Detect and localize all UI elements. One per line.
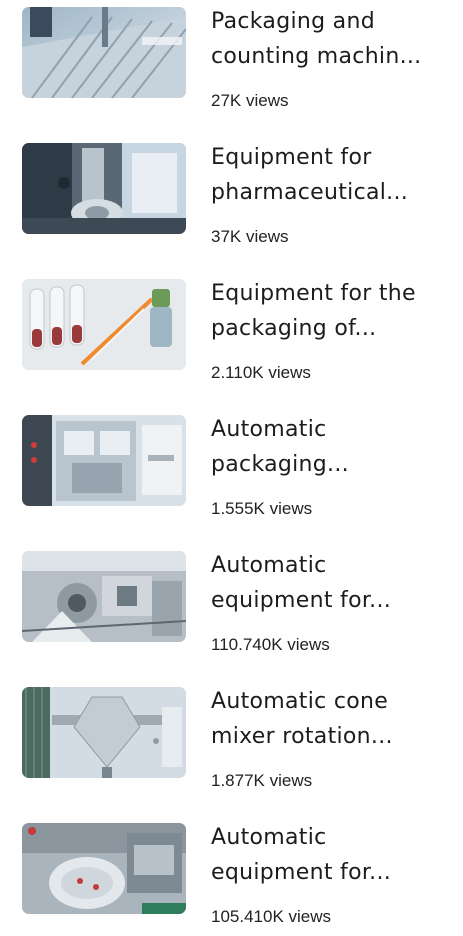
video-title[interactable]: Automatic packaging... xyxy=(211,412,451,482)
view-count: 105.410K views xyxy=(211,907,332,926)
video-title[interactable]: Equipment for pharmaceutical... xyxy=(211,140,451,210)
blister-equipment-thumbnail[interactable] xyxy=(22,823,186,914)
video-list-item[interactable]: Automatic packaging... 1.555K views xyxy=(0,408,463,528)
automatic-packaging-machine-thumbnail[interactable] xyxy=(22,415,186,506)
video-title[interactable]: Equipment for the packaging of... xyxy=(211,276,451,346)
video-list-item[interactable]: Equipment for pharmaceutical... 37K view… xyxy=(0,136,463,256)
view-count: 1.877K views xyxy=(211,771,313,790)
view-count: 110.740K views xyxy=(211,635,330,654)
thumbnail-image xyxy=(22,415,186,506)
view-count: 37K views xyxy=(211,227,289,246)
thumbnail-image xyxy=(22,7,186,98)
video-list-item[interactable]: Automatic equipment for... 105.410K view… xyxy=(0,816,463,936)
syringe-vials-thumbnail[interactable] xyxy=(22,279,186,370)
video-title[interactable]: Automatic equipment for... xyxy=(211,820,451,890)
video-list-item[interactable]: Automatic cone mixer rotation... 1.877K … xyxy=(0,680,463,800)
view-count: 2.110K views xyxy=(211,363,311,382)
thumbnail-image xyxy=(22,551,186,642)
video-title[interactable]: Automatic cone mixer rotation... xyxy=(211,684,451,754)
pharmaceutical-equipment-thumbnail[interactable] xyxy=(22,143,186,234)
video-list-item[interactable]: Equipment for the packaging of... 2.110K… xyxy=(0,272,463,392)
view-count: 1.555K views xyxy=(211,499,313,518)
video-list-item[interactable]: Packaging and counting machin... 27K vie… xyxy=(0,0,463,120)
view-count: 27K views xyxy=(211,91,289,110)
video-list-item[interactable]: Automatic equipment for... 110.740K view… xyxy=(0,544,463,664)
packaging-counting-machine-thumbnail[interactable] xyxy=(22,7,186,98)
video-title[interactable]: Automatic equipment for... xyxy=(211,548,451,618)
cone-mixer-thumbnail[interactable] xyxy=(22,687,186,778)
thumbnail-image xyxy=(22,687,186,778)
metal-machinery-thumbnail[interactable] xyxy=(22,551,186,642)
video-title[interactable]: Packaging and counting machin... xyxy=(211,4,451,74)
thumbnail-image xyxy=(22,823,186,914)
thumbnail-image xyxy=(22,143,186,234)
thumbnail-image xyxy=(22,279,186,370)
